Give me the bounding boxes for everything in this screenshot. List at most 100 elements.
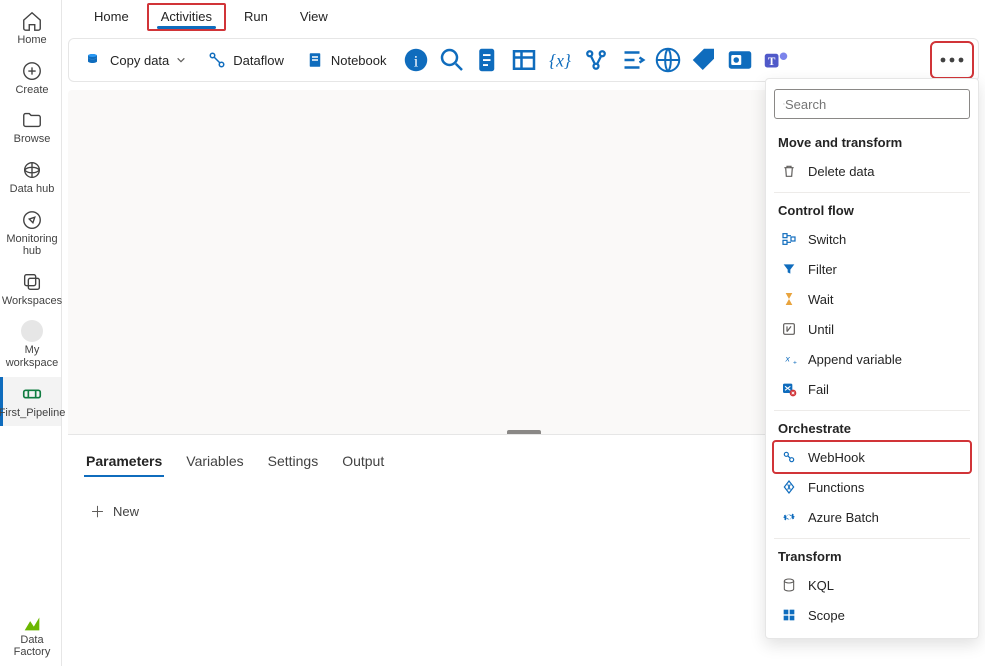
dd-item-label: Wait <box>808 292 834 307</box>
dd-item-append-variable[interactable]: x+ Append variable <box>774 344 970 374</box>
tab-home[interactable]: Home <box>80 3 143 31</box>
activities-search[interactable] <box>774 89 970 119</box>
ml-button[interactable] <box>581 45 611 75</box>
dd-item-functions[interactable]: Functions <box>774 472 970 502</box>
web-button[interactable] <box>653 45 683 75</box>
rail-datahub[interactable]: Data hub <box>0 153 61 203</box>
ml-icon <box>581 45 611 75</box>
stored-proc-button[interactable] <box>509 45 539 75</box>
btab-variables[interactable]: Variables <box>184 449 245 477</box>
dd-item-label: Scope <box>808 608 845 623</box>
rail-monitoring-label: Monitoring hub <box>5 233 59 258</box>
dd-item-wait[interactable]: Wait <box>774 284 970 314</box>
rail-monitoring[interactable]: Monitoring hub <box>0 203 61 265</box>
dd-item-azure-batch[interactable]: Azure Batch <box>774 502 970 532</box>
variable-button[interactable]: {x} <box>545 45 575 75</box>
gear-icon <box>780 508 798 526</box>
teams-icon: T <box>761 45 791 75</box>
dd-item-label: Until <box>808 322 834 337</box>
rail-home-label: Home <box>17 34 46 47</box>
dd-item-label: Azure Batch <box>808 510 879 525</box>
new-label: New <box>113 504 139 519</box>
dd-section-orchestrate: Orchestrate <box>774 417 970 442</box>
dd-item-switch[interactable]: Switch <box>774 224 970 254</box>
script-icon <box>473 45 503 75</box>
dd-item-scope[interactable]: Scope <box>774 600 970 630</box>
dd-item-fail[interactable]: Fail <box>774 374 970 404</box>
dd-item-label: Delete data <box>808 164 875 179</box>
curly-x-icon: {x} <box>545 45 575 75</box>
dd-section-move: Move and transform <box>774 131 970 156</box>
new-parameter-button[interactable]: ＋ New <box>84 497 145 526</box>
plus-circle-icon <box>21 60 43 82</box>
btab-parameters[interactable]: Parameters <box>84 449 164 477</box>
notebook-button[interactable]: Notebook <box>298 47 395 73</box>
rail-home[interactable]: Home <box>0 4 61 54</box>
tag-icon <box>689 45 719 75</box>
svg-text:x: x <box>785 354 791 364</box>
dataflow-button[interactable]: Dataflow <box>200 47 292 73</box>
tab-activities[interactable]: Activities <box>147 3 226 31</box>
btab-settings-label: Settings <box>268 453 319 469</box>
tab-view[interactable]: View <box>286 3 342 31</box>
notebook-label: Notebook <box>331 53 387 68</box>
dd-item-kql[interactable]: KQL <box>774 570 970 600</box>
rail-create-label: Create <box>15 84 48 97</box>
rail-data-factory-label: Data Factory <box>5 634 59 659</box>
trash-icon <box>780 162 798 180</box>
dd-item-webhook[interactable]: WebHook <box>774 442 970 472</box>
svg-text:T: T <box>767 56 775 68</box>
fail-icon <box>780 380 798 398</box>
dd-item-label: WebHook <box>808 450 865 465</box>
rail-browse[interactable]: Browse <box>0 103 61 153</box>
notebook-icon <box>306 51 324 69</box>
rail-create[interactable]: Create <box>0 54 61 104</box>
svg-text:{x}: {x} <box>549 50 571 70</box>
tab-run[interactable]: Run <box>230 3 282 31</box>
rail-my-workspace[interactable]: My workspace <box>0 314 61 376</box>
append-variable-icon: x+ <box>780 350 798 368</box>
info-icon: i <box>401 45 431 75</box>
until-icon <box>780 320 798 338</box>
tab-view-label: View <box>300 9 328 24</box>
folder-icon <box>21 109 43 131</box>
btab-settings[interactable]: Settings <box>266 449 321 477</box>
more-activities-button[interactable] <box>934 45 970 75</box>
left-nav-rail: Home Create Browse Data hub Monitoring h… <box>0 0 62 666</box>
table-icon <box>509 45 539 75</box>
info-button[interactable]: i <box>401 45 431 75</box>
globe-icon <box>653 45 683 75</box>
lookup-button[interactable] <box>437 45 467 75</box>
invoke-pipeline-button[interactable] <box>617 45 647 75</box>
data-factory-icon <box>21 612 43 634</box>
hourglass-icon <box>780 290 798 308</box>
tag-button[interactable] <box>689 45 719 75</box>
copy-data-label: Copy data <box>110 53 169 68</box>
script-button[interactable] <box>473 45 503 75</box>
teams-button[interactable]: T <box>761 45 791 75</box>
rail-my-workspace-label: My workspace <box>5 344 59 369</box>
dd-item-label: Fail <box>808 382 829 397</box>
workspaces-icon <box>21 271 43 293</box>
dd-item-until[interactable]: Until <box>774 314 970 344</box>
copy-data-button[interactable]: Copy data <box>77 47 194 73</box>
dd-item-filter[interactable]: Filter <box>774 254 970 284</box>
plus-icon: ＋ <box>90 501 105 522</box>
rail-data-factory[interactable]: Data Factory <box>0 606 61 666</box>
dd-item-delete-data[interactable]: Delete data <box>774 156 970 186</box>
webhook-icon <box>780 448 798 466</box>
rail-first-pipeline[interactable]: First_Pipeline <box>0 377 61 427</box>
activities-ribbon: Copy data Dataflow Notebook i {x} T <box>68 38 979 82</box>
functions-icon <box>780 478 798 496</box>
tab-run-label: Run <box>244 9 268 24</box>
copy-data-icon <box>85 51 103 69</box>
btab-output[interactable]: Output <box>340 449 386 477</box>
rail-workspaces[interactable]: Workspaces <box>0 265 61 315</box>
outlook-icon <box>725 45 755 75</box>
btab-output-label: Output <box>342 453 384 469</box>
outlook-button[interactable] <box>725 45 755 75</box>
dd-item-label: KQL <box>808 578 834 593</box>
activities-search-input[interactable] <box>785 97 961 112</box>
btab-parameters-label: Parameters <box>86 453 162 469</box>
tab-activities-label: Activities <box>161 9 212 24</box>
